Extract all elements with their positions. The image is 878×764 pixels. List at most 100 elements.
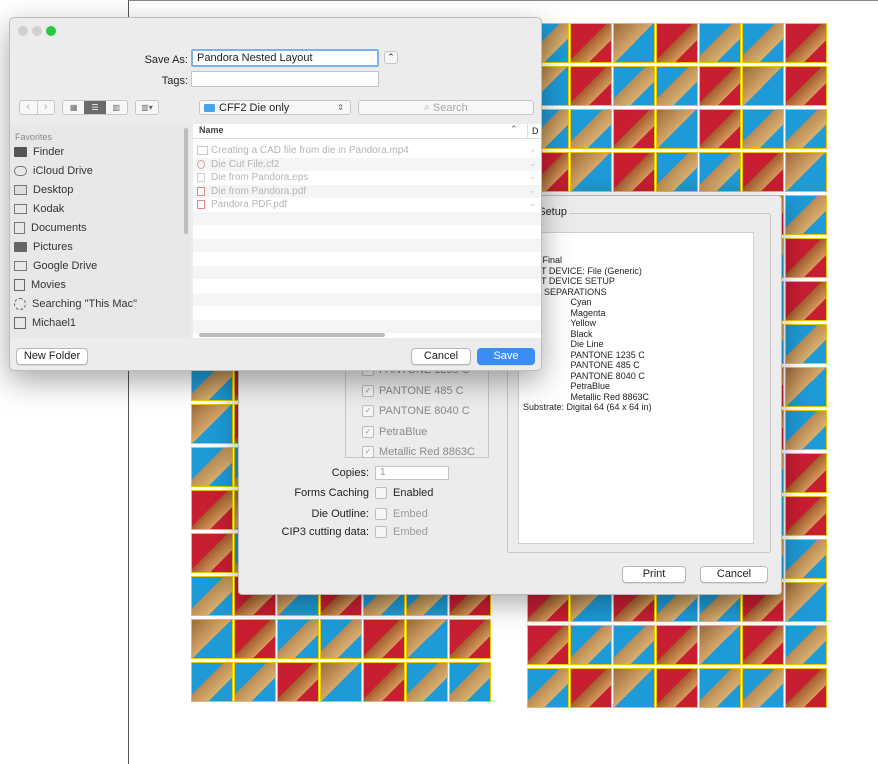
- file-row[interactable]: Die from Pandora.pdf ⌄: [193, 184, 541, 198]
- sidebar-item-google-drive[interactable]: Google Drive: [14, 256, 97, 275]
- die-outline-checkbox[interactable]: [375, 508, 387, 520]
- die-cut-tile: [191, 619, 233, 659]
- die-cut-tile: [613, 152, 655, 192]
- sidebar-item-label: Finder: [33, 145, 65, 158]
- eps-file-icon: [197, 173, 205, 182]
- finder-icon: [14, 146, 27, 157]
- desktop-icon: [14, 184, 27, 195]
- die-cut-tile: [191, 662, 233, 702]
- back-forward-buttons: ‹ ›: [19, 100, 55, 115]
- file-row[interactable]: Die from Pandora.eps ⌄: [193, 171, 541, 185]
- sidebar-item-label: Desktop: [33, 183, 74, 196]
- name-column-header[interactable]: Name: [199, 125, 224, 135]
- file-name: Creating a CAD file from die in Pandora.…: [211, 145, 409, 156]
- die-outline-label: Die Outline:: [311, 508, 369, 520]
- sidebar: Favorites Finder iCloud Drive Desktop Ko…: [10, 124, 191, 338]
- checkmark-icon[interactable]: ✓: [362, 446, 374, 459]
- die-cut-tile: [613, 23, 655, 63]
- sidebar-scrollbar[interactable]: [184, 128, 188, 234]
- forward-arrow-icon[interactable]: ›: [36, 101, 55, 114]
- sidebar-item-kodak[interactable]: Kodak: [14, 199, 64, 218]
- die-cut-tile: [785, 281, 827, 321]
- sidebar-item-pictures[interactable]: Pictures: [14, 237, 73, 256]
- separation-item[interactable]: ✓ PANTONE 485 C: [346, 381, 488, 402]
- die-cut-tile: [656, 625, 698, 665]
- empty-row: [193, 292, 541, 306]
- minimize-window-button[interactable]: [32, 26, 42, 36]
- die-cut-tile: [785, 152, 827, 192]
- file-row[interactable]: Creating a CAD file from die in Pandora.…: [193, 144, 541, 158]
- cancel-button[interactable]: Cancel: [411, 348, 471, 365]
- sidebar-item-michael1[interactable]: Michael1: [14, 313, 76, 332]
- collapse-chevron-icon[interactable]: ⌃: [384, 51, 398, 64]
- die-cut-tile: [656, 668, 698, 708]
- die-cut-tile: [699, 109, 741, 149]
- separation-item[interactable]: ✓ PANTONE 8040 C: [346, 401, 488, 422]
- separation-item[interactable]: ✓ PetraBlue: [346, 422, 488, 443]
- cip3-label: CIP3 cutting data:: [281, 526, 369, 538]
- list-view-icon[interactable]: ☰: [84, 101, 106, 114]
- die-cut-tile: [785, 66, 827, 106]
- cip3-checkbox[interactable]: [375, 526, 387, 538]
- die-cut-tile: [785, 453, 827, 493]
- file-row[interactable]: Pandora PDF.pdf ⌄: [193, 198, 541, 212]
- sidebar-item-finder[interactable]: Finder: [14, 142, 64, 161]
- die-cut-tile: [449, 619, 491, 659]
- sidebar-item-searching-this-mac[interactable]: Searching "This Mac": [14, 294, 137, 313]
- sidebar-item-label: Kodak: [33, 202, 65, 215]
- checkmark-icon[interactable]: ✓: [362, 384, 374, 397]
- sidebar-item-desktop[interactable]: Desktop: [14, 180, 73, 199]
- die-cut-tile: [234, 662, 276, 702]
- die-cut-tile: [191, 447, 233, 487]
- empty-row: [193, 279, 541, 293]
- print-cancel-button[interactable]: Cancel: [700, 566, 768, 583]
- search-field[interactable]: ⌕ Search: [358, 100, 534, 115]
- file-name: Pandora PDF.pdf: [211, 199, 288, 210]
- checkmark-icon[interactable]: ✓: [362, 405, 374, 418]
- copies-input[interactable]: 1: [375, 466, 449, 480]
- separation-item[interactable]: ✓ Metallic Red 8863C: [346, 442, 488, 463]
- row-chevron-icon: ⌄: [529, 144, 537, 154]
- sidebar-item-icloud-drive[interactable]: iCloud Drive: [14, 161, 93, 180]
- die-cut-tile: [191, 576, 233, 616]
- forms-caching-checkbox[interactable]: [375, 487, 387, 499]
- date-column-header[interactable]: D: [527, 124, 541, 138]
- tags-label: Tags:: [161, 75, 188, 87]
- file-row[interactable]: Die Cut File.cf2 ⌄: [193, 157, 541, 171]
- die-cut-tile: [742, 66, 784, 106]
- die-cut-tile: [277, 662, 319, 702]
- save-as-label: Save As:: [144, 54, 188, 66]
- folder-icon: [14, 203, 27, 214]
- sidebar-item-label: Searching "This Mac": [32, 297, 138, 310]
- die-cut-tile: [191, 490, 233, 530]
- row-chevron-icon: ⌄: [529, 184, 537, 195]
- new-folder-button[interactable]: New Folder: [16, 348, 88, 365]
- file-list: Name ⌃ D Creating a CAD file from die in…: [193, 124, 541, 338]
- empty-row: [193, 265, 541, 279]
- die-cut-tile: [785, 496, 827, 536]
- gear-icon: [14, 297, 26, 310]
- die-cut-tile: [320, 619, 362, 659]
- sidebar-item-movies[interactable]: Movies: [14, 275, 66, 294]
- save-as-input[interactable]: Pandora Nested Layout: [191, 49, 379, 67]
- column-view-icon[interactable]: ▥: [106, 101, 127, 114]
- die-cut-tile: [234, 619, 276, 659]
- checkmark-icon[interactable]: ✓: [362, 425, 374, 438]
- back-arrow-icon[interactable]: ‹: [20, 101, 37, 114]
- die-cut-tile: [699, 625, 741, 665]
- save-button[interactable]: Save: [477, 348, 535, 365]
- die-cut-tile: [449, 662, 491, 702]
- die-cut-tile: [785, 582, 827, 622]
- zoom-window-button[interactable]: [46, 26, 56, 36]
- print-button[interactable]: Print: [622, 566, 686, 583]
- empty-row: [193, 252, 541, 266]
- close-window-button[interactable]: [18, 26, 28, 36]
- arrange-menu-icon[interactable]: ▥▾: [135, 100, 159, 115]
- tags-input[interactable]: [191, 71, 379, 87]
- icon-view-icon[interactable]: ▦: [63, 101, 84, 114]
- file-name: Die Cut File.cf2: [211, 158, 280, 170]
- sidebar-item-documents[interactable]: Documents: [14, 218, 87, 237]
- die-cut-tile: [699, 23, 741, 63]
- horizontal-scrollbar[interactable]: [199, 333, 385, 337]
- location-popup[interactable]: CFF2 Die only ⇕: [199, 100, 351, 115]
